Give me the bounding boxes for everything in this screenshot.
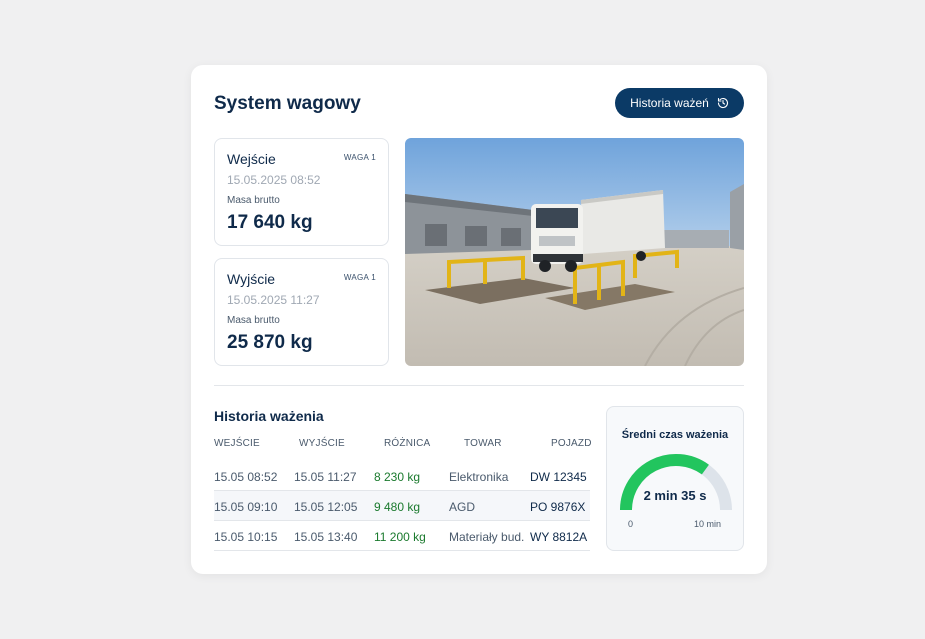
weighing-history-button[interactable]: Historia ważeń bbox=[615, 88, 744, 118]
cell-out: 15.05 12:05 bbox=[294, 500, 358, 514]
entry-mass-value: 17 640 kg bbox=[227, 212, 313, 233]
cell-goods: Elektronika bbox=[449, 470, 509, 484]
column-header-vehicle: POJAZD bbox=[551, 438, 592, 449]
cell-in: 15.05 08:52 bbox=[214, 470, 278, 484]
cell-in: 15.05 09:10 bbox=[214, 500, 278, 514]
weighing-card: System wagowy Historia ważeń Wejście WAG… bbox=[191, 65, 767, 574]
entry-weighing-panel: Wejście WAGA 1 15.05.2025 08:52 Masa bru… bbox=[214, 138, 389, 246]
column-header-diff: RÓŻNICA bbox=[384, 438, 431, 449]
cell-in: 15.05 10:15 bbox=[214, 530, 278, 544]
entry-title: Wejście bbox=[227, 151, 276, 167]
exit-mass-value: 25 870 kg bbox=[227, 332, 313, 353]
entry-scale-tag: WAGA 1 bbox=[343, 153, 376, 162]
exit-scale-tag: WAGA 1 bbox=[343, 273, 376, 282]
exit-title: Wyjście bbox=[227, 271, 276, 287]
table-row[interactable]: 15.05 10:15 15.05 13:40 11 200 kg Materi… bbox=[214, 521, 590, 551]
exit-weighing-panel: Wyjście WAGA 1 15.05.2025 11:27 Masa bru… bbox=[214, 258, 389, 366]
column-header-goods: TOWAR bbox=[464, 438, 502, 449]
column-header-in: WEJŚCIE bbox=[214, 438, 260, 449]
table-row[interactable]: 15.05 09:10 15.05 12:05 9 480 kg AGD PO … bbox=[214, 491, 590, 521]
cell-diff: 11 200 kg bbox=[374, 530, 426, 544]
exit-mass-label: Masa brutto bbox=[227, 315, 280, 326]
section-divider bbox=[214, 385, 744, 386]
average-time-panel: Średni czas ważenia 2 min 35 s 0 10 min bbox=[606, 406, 744, 551]
average-time-gauge bbox=[620, 454, 732, 511]
gauge-max-label: 10 min bbox=[694, 519, 722, 529]
history-section-title: Historia ważenia bbox=[214, 408, 324, 424]
average-time-value: 2 min 35 s bbox=[643, 488, 707, 503]
cell-diff: 8 230 kg bbox=[374, 470, 421, 484]
page-title: System wagowy bbox=[214, 93, 361, 114]
table-row[interactable]: 15.05 08:52 15.05 11:27 8 230 kg Elektro… bbox=[214, 461, 590, 491]
cell-goods: AGD bbox=[449, 500, 476, 514]
average-time-title: Średni czas ważenia bbox=[621, 429, 729, 441]
entry-date: 15.05.2025 08:52 bbox=[227, 173, 321, 187]
cell-goods: Materiały bud. bbox=[449, 530, 525, 544]
truck-scale-photo bbox=[405, 138, 744, 366]
cell-out: 15.05 13:40 bbox=[294, 530, 358, 544]
cell-diff: 9 480 kg bbox=[374, 500, 421, 514]
column-header-out: WYJŚCIE bbox=[299, 438, 345, 449]
entry-mass-label: Masa brutto bbox=[227, 195, 280, 206]
cell-vehicle: WY 8812A bbox=[530, 530, 588, 544]
exit-date: 15.05.2025 11:27 bbox=[227, 293, 320, 307]
cell-out: 15.05 11:27 bbox=[294, 470, 357, 484]
cell-vehicle: DW 12345 bbox=[530, 470, 587, 484]
cell-vehicle: PO 9876X bbox=[530, 500, 586, 514]
gauge-min-label: 0 bbox=[628, 519, 634, 529]
history-icon bbox=[717, 97, 728, 109]
history-button-label: Historia ważeń bbox=[630, 96, 709, 110]
